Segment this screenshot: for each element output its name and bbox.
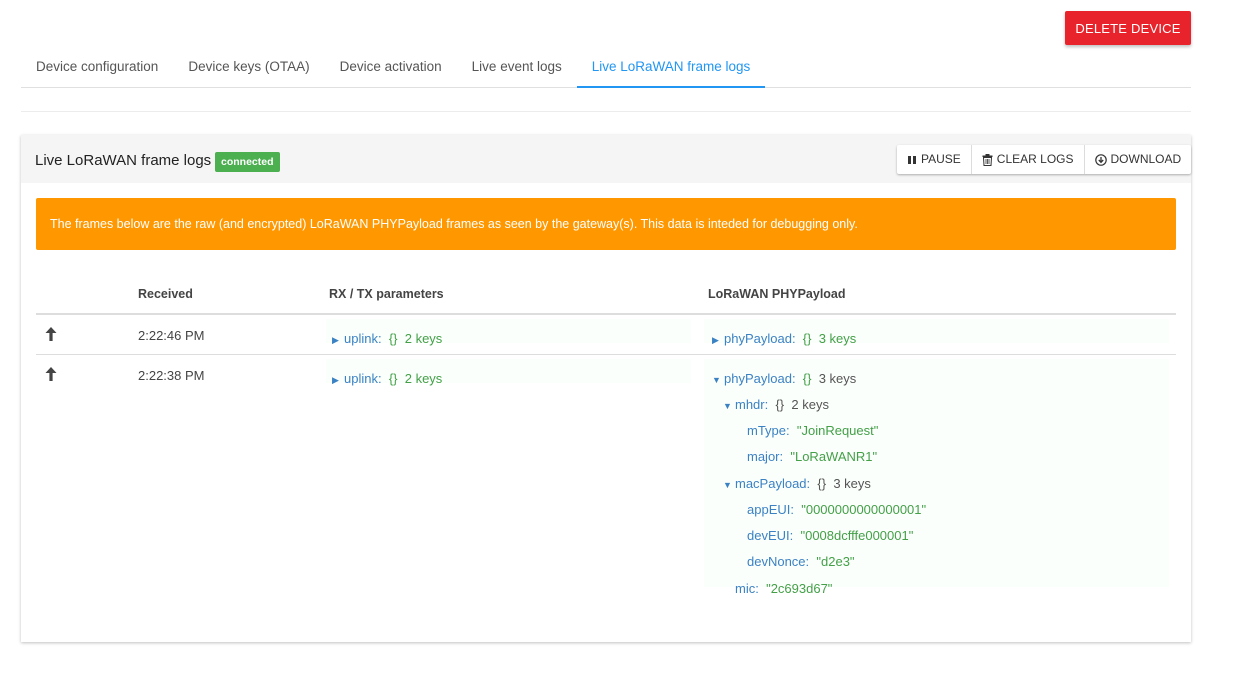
pause-button[interactable]: PAUSE (897, 145, 972, 174)
json-node-phypayload[interactable]: ▶ phyPayload: {} 3 keys (712, 331, 856, 346)
json-key: mType: (747, 423, 790, 438)
json-value: "0008dcfffe000001" (800, 528, 914, 543)
json-node-macpayload[interactable]: ▼ macPayload: {} 3 keys (723, 476, 871, 491)
json-key: major: (747, 449, 784, 464)
json-node-mhdr[interactable]: ▼ mhdr: {} 2 keys (723, 397, 829, 412)
caret-right-icon: ▶ (332, 335, 339, 345)
json-value: "0000000000000001" (801, 502, 927, 517)
received-time: 2:22:46 PM (138, 328, 205, 343)
received-time: 2:22:38 PM (138, 368, 205, 383)
json-key: devNonce: (747, 554, 810, 569)
trash-icon (982, 153, 993, 166)
card-header: Live LoRaWAN frame logs connected PAUSE … (21, 135, 1192, 183)
json-brace: {} (775, 397, 785, 412)
log-actions: PAUSE CLEAR LOGS DOWNLOAD (897, 145, 1192, 174)
clear-logs-label: CLEAR LOGS (996, 152, 1074, 166)
json-field-mic: mic: "2c693d67" (735, 581, 832, 596)
download-label: DOWNLOAD (1110, 152, 1182, 166)
json-field-mtype: mType: "JoinRequest" (747, 423, 878, 438)
tab-bar: Device configuration Device keys (OTAA) … (21, 48, 1191, 88)
json-count: 3 keys (833, 476, 871, 491)
json-value: "JoinRequest" (796, 423, 879, 438)
json-brace: {} (802, 331, 812, 346)
json-brace: {} (817, 476, 827, 491)
json-key: mhdr: (735, 397, 769, 412)
json-count: 3 keys (818, 331, 857, 346)
tab-device-keys[interactable]: Device keys (OTAA) (188, 48, 309, 88)
json-key: devEUI: (747, 528, 794, 543)
caret-right-icon: ▶ (332, 375, 339, 385)
column-header-rxtx: RX / TX parameters (329, 287, 444, 301)
clear-logs-button[interactable]: CLEAR LOGS (972, 145, 1085, 174)
card-title: Live LoRaWAN frame logs (35, 152, 212, 169)
row-divider (36, 354, 1176, 355)
caret-down-icon: ▼ (723, 480, 732, 490)
caret-right-icon: ▶ (712, 335, 719, 345)
json-key: mic: (735, 581, 759, 596)
json-key: phyPayload: (724, 371, 796, 386)
json-key: appEUI: (747, 502, 794, 517)
json-field-deveui: devEUI: "0008dcfffe000001" (747, 528, 913, 543)
json-field-appeui: appEUI: "0000000000000001" (747, 502, 926, 517)
table-header-border (36, 313, 1176, 315)
json-value: "2c693d67" (766, 581, 833, 596)
delete-device-button[interactable]: DELETE DEVICE (1065, 11, 1191, 45)
column-header-received: Received (138, 287, 193, 301)
divider (21, 111, 1191, 112)
json-key: uplink: (344, 331, 382, 346)
phy-json-viewer (704, 359, 1169, 587)
pause-icon (908, 155, 916, 164)
download-icon (1094, 153, 1107, 166)
json-count: 2 keys (404, 331, 443, 346)
json-count: 3 keys (818, 371, 857, 386)
json-brace: {} (802, 371, 812, 386)
debug-warning-alert: The frames below are the raw (and encryp… (36, 198, 1176, 250)
json-key: uplink: (344, 371, 382, 386)
json-count: 2 keys (791, 397, 829, 412)
json-brace: {} (388, 371, 398, 386)
json-node-phypayload[interactable]: ▼ phyPayload: {} 3 keys (712, 371, 856, 386)
json-value: "LoRaWANR1" (790, 449, 878, 464)
arrow-up-icon (45, 367, 57, 381)
tab-device-activation[interactable]: Device activation (340, 48, 442, 88)
json-key: macPayload: (735, 476, 811, 491)
json-key: phyPayload: (724, 331, 796, 346)
download-button[interactable]: DOWNLOAD (1085, 145, 1192, 174)
json-node-uplink[interactable]: ▶ uplink: {} 2 keys (332, 331, 442, 346)
arrow-up-icon (45, 327, 57, 341)
caret-down-icon: ▼ (723, 401, 732, 411)
json-field-devnonce: devNonce: "d2e3" (747, 554, 855, 569)
json-field-major: major: "LoRaWANR1" (747, 449, 877, 464)
tab-live-frame-logs[interactable]: Live LoRaWAN frame logs (576, 48, 766, 88)
caret-down-icon: ▼ (712, 375, 721, 385)
tab-device-configuration[interactable]: Device configuration (36, 48, 158, 88)
pause-label: PAUSE (921, 152, 961, 166)
status-badge: connected (215, 152, 280, 172)
json-value: "d2e3" (816, 554, 855, 569)
json-count: 2 keys (404, 371, 443, 386)
json-brace: {} (388, 331, 398, 346)
tab-live-event-logs[interactable]: Live event logs (472, 48, 562, 88)
column-header-phypayload: LoRaWAN PHYPayload (708, 287, 846, 301)
json-node-uplink[interactable]: ▶ uplink: {} 2 keys (332, 371, 442, 386)
frame-logs-card: Live LoRaWAN frame logs connected PAUSE … (21, 135, 1192, 642)
